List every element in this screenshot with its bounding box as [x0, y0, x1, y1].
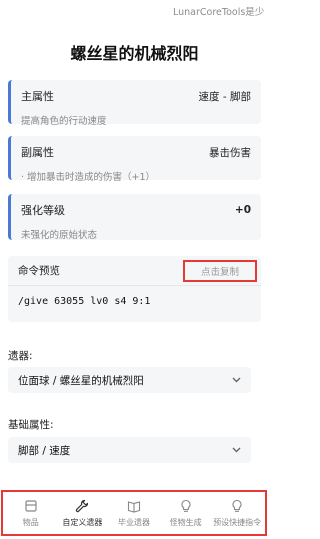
nav-label-custom-relic: 自定义遗器 — [62, 518, 103, 527]
lightbulb-icon — [229, 498, 245, 514]
bulb-icon — [178, 498, 194, 514]
nav-label-graduate-relic: 毕业遗器 — [117, 518, 150, 527]
nav-item-monster-spawn[interactable]: 怪物生成 — [160, 493, 212, 533]
sub-attribute-desc: · 增加暴击时造成的伤害（+1） — [21, 172, 156, 183]
base-attribute-select-label: 基础属性: — [8, 419, 54, 431]
enhance-level-desc: 未强化的原始状态 — [21, 230, 98, 241]
relic-select-value: 位面球 / 螺丝星的机械烈阳 — [18, 374, 144, 387]
command-preview-title: 命令预览 — [18, 265, 60, 277]
command-preview-header: 命令预览 点击复制 — [8, 256, 261, 286]
box-icon — [23, 498, 39, 514]
chevron-down-icon — [231, 375, 241, 385]
base-attribute-select-value: 脚部 / 速度 — [18, 444, 71, 457]
nav-label-monster-spawn: 怪物生成 — [169, 518, 202, 527]
nav-label-items: 物品 — [22, 518, 39, 527]
relic-select-label: 遗器: — [8, 350, 33, 362]
wrench-icon — [74, 498, 90, 514]
enhance-level-label: 强化等级 — [21, 204, 65, 217]
copy-button[interactable]: 点击复制 — [183, 259, 257, 282]
enhance-level-card: 强化等级 +0 未强化的原始状态 — [8, 194, 261, 241]
command-text: /give 63055 lv0 s4 9:1 — [18, 296, 151, 307]
nav-item-custom-relic[interactable]: 自定义遗器 — [57, 493, 109, 533]
chevron-down-icon — [231, 445, 241, 455]
app-name-text: LunarCoreTools是少 — [173, 7, 265, 18]
nav-label-preset-commands: 预设快捷指令 — [213, 518, 262, 527]
relic-select[interactable]: 位面球 / 螺丝星的机械烈阳 — [8, 367, 251, 393]
sub-attribute-label: 副属性 — [21, 146, 54, 159]
main-attribute-value: 速度 - 脚部 — [198, 90, 251, 103]
nav-item-items[interactable]: 物品 — [5, 493, 57, 533]
nav-item-preset-commands[interactable]: 预设快捷指令 — [211, 493, 263, 533]
command-preview-box: 命令预览 点击复制 /give 63055 lv0 s4 9:1 — [8, 256, 261, 322]
sub-attribute-value: 暴击伤害 — [209, 146, 251, 159]
book-icon — [126, 498, 142, 514]
main-attribute-label: 主属性 — [21, 90, 54, 103]
page-title: 螺丝星的机械烈阳 — [70, 44, 199, 63]
base-attribute-select[interactable]: 脚部 / 速度 — [8, 437, 251, 463]
nav-item-graduate-relic[interactable]: 毕业遗器 — [108, 493, 160, 533]
bottom-nav: 物品 自定义遗器 毕业遗器 怪物生成 预设快捷指令 — [1, 490, 267, 536]
main-attribute-card: 主属性 速度 - 脚部 提高角色的行动速度 — [8, 80, 261, 127]
enhance-level-value: +0 — [234, 204, 251, 216]
main-attribute-desc: 提高角色的行动速度 — [21, 116, 107, 127]
sub-attribute-card: 副属性 暴击伤害 · 增加暴击时造成的伤害（+1） — [8, 136, 261, 183]
